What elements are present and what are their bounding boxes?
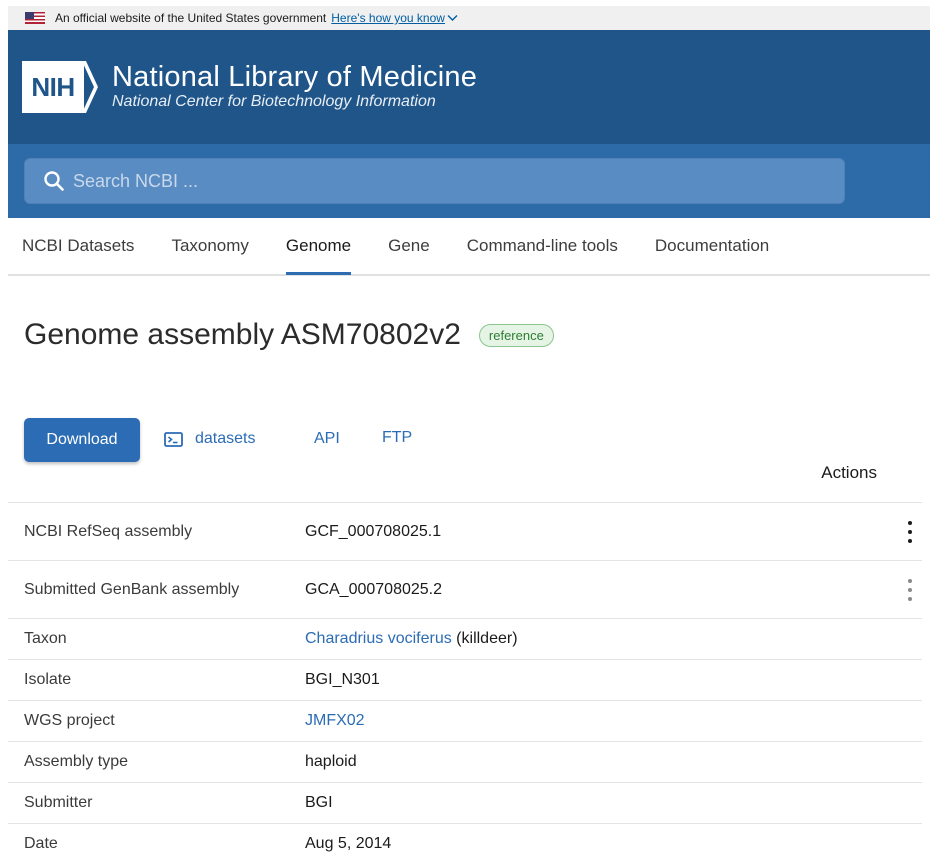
table-row: Isolate BGI_N301 [8,659,922,700]
row-label: Submitter [24,794,93,811]
nih-logo-text: NIH [22,61,84,113]
more-vertical-icon[interactable] [906,578,914,601]
chevron-down-icon [447,15,458,21]
terminal-icon [164,431,183,447]
tab-taxonomy[interactable]: Taxonomy [171,217,248,275]
nih-logo[interactable]: NIH [22,61,98,113]
table-row: Date Aug 5, 2014 [8,823,922,860]
table-row: Assembly type haploid [8,741,922,782]
heres-how-you-know-link[interactable]: Here's how you know [331,11,458,25]
tab-ncbi-datasets[interactable]: NCBI Datasets [22,217,134,275]
download-button[interactable]: Download [24,418,140,462]
taxon-common-name: (killdeer) [451,630,518,647]
tab-command-line-tools[interactable]: Command-line tools [467,217,618,275]
table-row: Submitted GenBank assembly GCA_000708025… [8,560,922,618]
row-value: Charadrius vociferus (killdeer) [305,630,518,648]
site-subtitle: National Center for Biotechnology Inform… [112,93,436,110]
row-label: Date [24,835,58,852]
us-flag-icon [25,12,45,24]
reference-badge: reference [478,323,554,347]
search-box[interactable] [24,158,845,204]
nih-chevron-icon [82,61,98,113]
tab-gene[interactable]: Gene [388,217,430,275]
row-value: GCA_000708025.2 [305,580,442,598]
row-label: WGS project [24,712,115,729]
row-label: NCBI RefSeq assembly [24,522,193,540]
table-row: WGS project JMFX02 [8,700,922,741]
nav-tabs: NCBI Datasets Taxonomy Genome Gene Comma… [8,218,930,276]
site-title: National Library of Medicine [112,61,478,93]
tab-genome[interactable]: Genome [285,217,352,275]
row-value: BGI_N301 [305,671,380,688]
actions-column-header: Actions [821,463,877,482]
search-input[interactable] [73,170,773,192]
search-icon [44,171,64,191]
row-label: Assembly type [24,753,129,770]
row-value: Aug 5, 2014 [305,835,392,852]
gov-banner-text: An official website of the United States… [55,11,327,25]
page-title-row: Genome assembly ASM70802v2 reference [24,318,554,352]
datasets-link[interactable]: datasets [164,430,255,448]
assembly-info-table: NCBI RefSeq assembly GCF_000708025.1 Sub… [8,502,922,860]
row-label: Taxon [24,630,67,647]
header-titles: National Library of Medicine National Ce… [112,62,477,112]
tab-documentation[interactable]: Documentation [655,217,769,275]
site-header: NIH National Library of Medicine Nationa… [8,30,930,144]
datasets-label: datasets [195,430,256,447]
taxon-link[interactable]: Charadrius vociferus [305,630,452,647]
ftp-link[interactable]: FTP [382,429,412,447]
api-link[interactable]: API [314,430,340,448]
row-value: JMFX02 [305,712,365,730]
row-value: BGI [305,794,333,811]
row-value: GCF_000708025.1 [305,522,442,540]
table-row: NCBI RefSeq assembly GCF_000708025.1 [8,502,922,560]
wgs-project-link[interactable]: JMFX02 [305,712,365,729]
row-value: haploid [305,753,357,770]
table-row: Taxon Charadrius vociferus (killdeer) [8,618,922,659]
gov-banner: An official website of the United States… [8,6,930,30]
table-row: Submitter BGI [8,782,922,823]
page-title: Genome assembly ASM70802v2 [24,318,461,351]
heres-how-you-know-label: Here's how you know [331,11,445,25]
more-vertical-icon[interactable] [906,520,914,543]
row-label: Submitted GenBank assembly [24,580,240,598]
row-label: Isolate [24,671,72,688]
search-band [8,144,930,218]
